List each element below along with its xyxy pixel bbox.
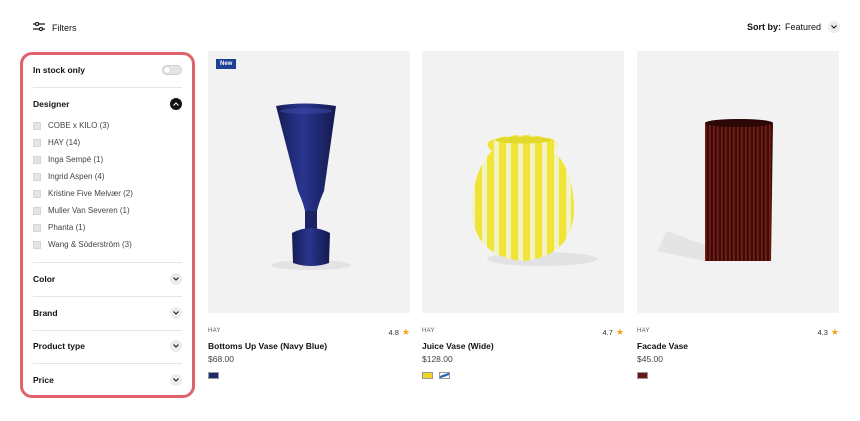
chevron-down-icon xyxy=(828,21,840,33)
toolbar: Filters Sort by: Featured xyxy=(0,0,860,56)
color-swatches xyxy=(637,372,648,379)
designer-option-label: HAY (14) xyxy=(48,138,81,147)
product-price: $128.00 xyxy=(422,354,453,364)
filters-label: Filters xyxy=(52,22,77,33)
designer-filter: Designer COBE x KILO (3) HAY (14) Inga S… xyxy=(33,97,182,253)
product-image[interactable]: New xyxy=(208,51,410,313)
product-price: $45.00 xyxy=(637,354,663,364)
star-icon: ★ xyxy=(401,327,410,337)
navy-swatch[interactable] xyxy=(208,372,219,379)
product-rating: 4.3 ★ xyxy=(817,327,839,338)
designer-option[interactable]: Wang & Söderström (3) xyxy=(33,236,182,253)
yellow-swatch[interactable] xyxy=(422,372,433,379)
designer-option-label: Phanta (1) xyxy=(48,223,86,232)
designer-option[interactable]: Kristine Five Melvær (2) xyxy=(33,185,182,202)
price-title: Price xyxy=(33,375,54,385)
checkbox[interactable] xyxy=(33,172,41,181)
product-card[interactable]: HAY 4.7 ★ Juice Vase (Wide) $128.00 xyxy=(422,51,624,383)
sort-label: Sort by: xyxy=(746,22,781,32)
star-icon: ★ xyxy=(830,327,839,337)
product-type-title: Product type xyxy=(33,341,85,351)
designer-options: COBE x KILO (3) HAY (14) Inga Sempé (1) … xyxy=(33,117,182,253)
divider xyxy=(33,262,182,263)
in-stock-toggle[interactable] xyxy=(162,65,182,75)
in-stock-filter: In stock only xyxy=(33,63,182,77)
designer-option-label: COBE x KILO (3) xyxy=(48,121,110,130)
product-name[interactable]: Juice Vase (Wide) xyxy=(422,341,494,351)
brand-filter[interactable]: Brand xyxy=(33,306,182,320)
yellow-vase-image xyxy=(472,135,597,266)
chevron-up-icon[interactable] xyxy=(170,98,182,110)
designer-option[interactable]: Ingrid Aspen (4) xyxy=(33,168,182,185)
checkbox[interactable] xyxy=(33,223,41,232)
product-meta: HAY 4.3 ★ Facade Vase $45.00 xyxy=(637,313,839,383)
designer-option-label: Inga Sempé (1) xyxy=(48,155,104,164)
divider xyxy=(33,87,182,88)
filter-sidebar: In stock only Designer COBE x KILO (3) H… xyxy=(20,52,195,398)
product-image[interactable] xyxy=(422,51,624,313)
chevron-down-icon[interactable] xyxy=(170,340,182,352)
chevron-down-icon[interactable] xyxy=(170,273,182,285)
color-swatches xyxy=(422,372,450,379)
product-card[interactable]: New HAY 4.8 ★ Bottoms Up Vase (Navy Blue… xyxy=(208,51,410,383)
product-price: $68.00 xyxy=(208,354,234,364)
checkbox[interactable] xyxy=(33,206,41,215)
product-rating: 4.8 ★ xyxy=(388,327,410,338)
rating-value: 4.3 xyxy=(817,328,828,337)
product-brand: HAY xyxy=(208,328,221,334)
color-title: Color xyxy=(33,274,56,284)
chevron-down-icon[interactable] xyxy=(170,307,182,319)
blue-swatch[interactable] xyxy=(439,372,450,379)
facade-vase-image xyxy=(657,119,773,261)
product-meta: HAY 4.7 ★ Juice Vase (Wide) $128.00 xyxy=(422,313,624,383)
product-brand: HAY xyxy=(637,328,650,334)
designer-header[interactable]: Designer xyxy=(33,97,182,111)
product-brand: HAY xyxy=(422,328,435,334)
product-type-filter[interactable]: Product type xyxy=(33,339,182,353)
chevron-down-icon[interactable] xyxy=(170,374,182,386)
designer-option-label: Muller Van Severen (1) xyxy=(48,206,130,215)
new-badge: New xyxy=(216,59,237,69)
checkbox[interactable] xyxy=(33,189,41,198)
in-stock-label: In stock only xyxy=(33,65,85,75)
product-name[interactable]: Facade Vase xyxy=(637,341,688,351)
designer-option[interactable]: Phanta (1) xyxy=(33,219,182,236)
sort-dropdown[interactable]: Sort by: Featured xyxy=(747,21,840,33)
brand-title: Brand xyxy=(33,308,58,318)
designer-option[interactable]: Inga Sempé (1) xyxy=(33,151,182,168)
product-rating: 4.7 ★ xyxy=(602,327,624,338)
divider xyxy=(33,330,182,331)
red-swatch[interactable] xyxy=(637,372,648,379)
divider xyxy=(33,296,182,297)
checkbox[interactable] xyxy=(33,155,41,164)
divider xyxy=(33,363,182,364)
star-icon: ★ xyxy=(615,327,624,337)
price-filter[interactable]: Price xyxy=(33,373,182,387)
designer-option[interactable]: HAY (14) xyxy=(33,134,182,151)
navy-vase-image xyxy=(271,103,351,270)
sort-value: Featured xyxy=(784,22,821,32)
designer-title: Designer xyxy=(33,99,70,109)
designer-option-label: Wang & Söderström (3) xyxy=(48,240,132,249)
product-meta: HAY 4.8 ★ Bottoms Up Vase (Navy Blue) $6… xyxy=(208,313,410,383)
product-image[interactable] xyxy=(637,51,839,313)
color-swatches xyxy=(208,372,219,379)
checkbox[interactable] xyxy=(33,240,41,249)
checkbox[interactable] xyxy=(33,138,41,147)
product-name[interactable]: Bottoms Up Vase (Navy Blue) xyxy=(208,341,327,351)
designer-option[interactable]: Muller Van Severen (1) xyxy=(33,202,182,219)
rating-value: 4.7 xyxy=(602,328,613,337)
product-card[interactable]: HAY 4.3 ★ Facade Vase $45.00 xyxy=(637,51,839,383)
designer-option-label: Kristine Five Melvær (2) xyxy=(48,189,133,198)
rating-value: 4.8 xyxy=(388,328,399,337)
designer-option-label: Ingrid Aspen (4) xyxy=(48,172,105,181)
color-filter[interactable]: Color xyxy=(33,272,182,286)
filters-toggle-button[interactable]: Filters xyxy=(33,21,77,33)
designer-option[interactable]: COBE x KILO (3) xyxy=(33,117,182,134)
sliders-icon xyxy=(33,21,45,33)
checkbox[interactable] xyxy=(33,121,41,130)
